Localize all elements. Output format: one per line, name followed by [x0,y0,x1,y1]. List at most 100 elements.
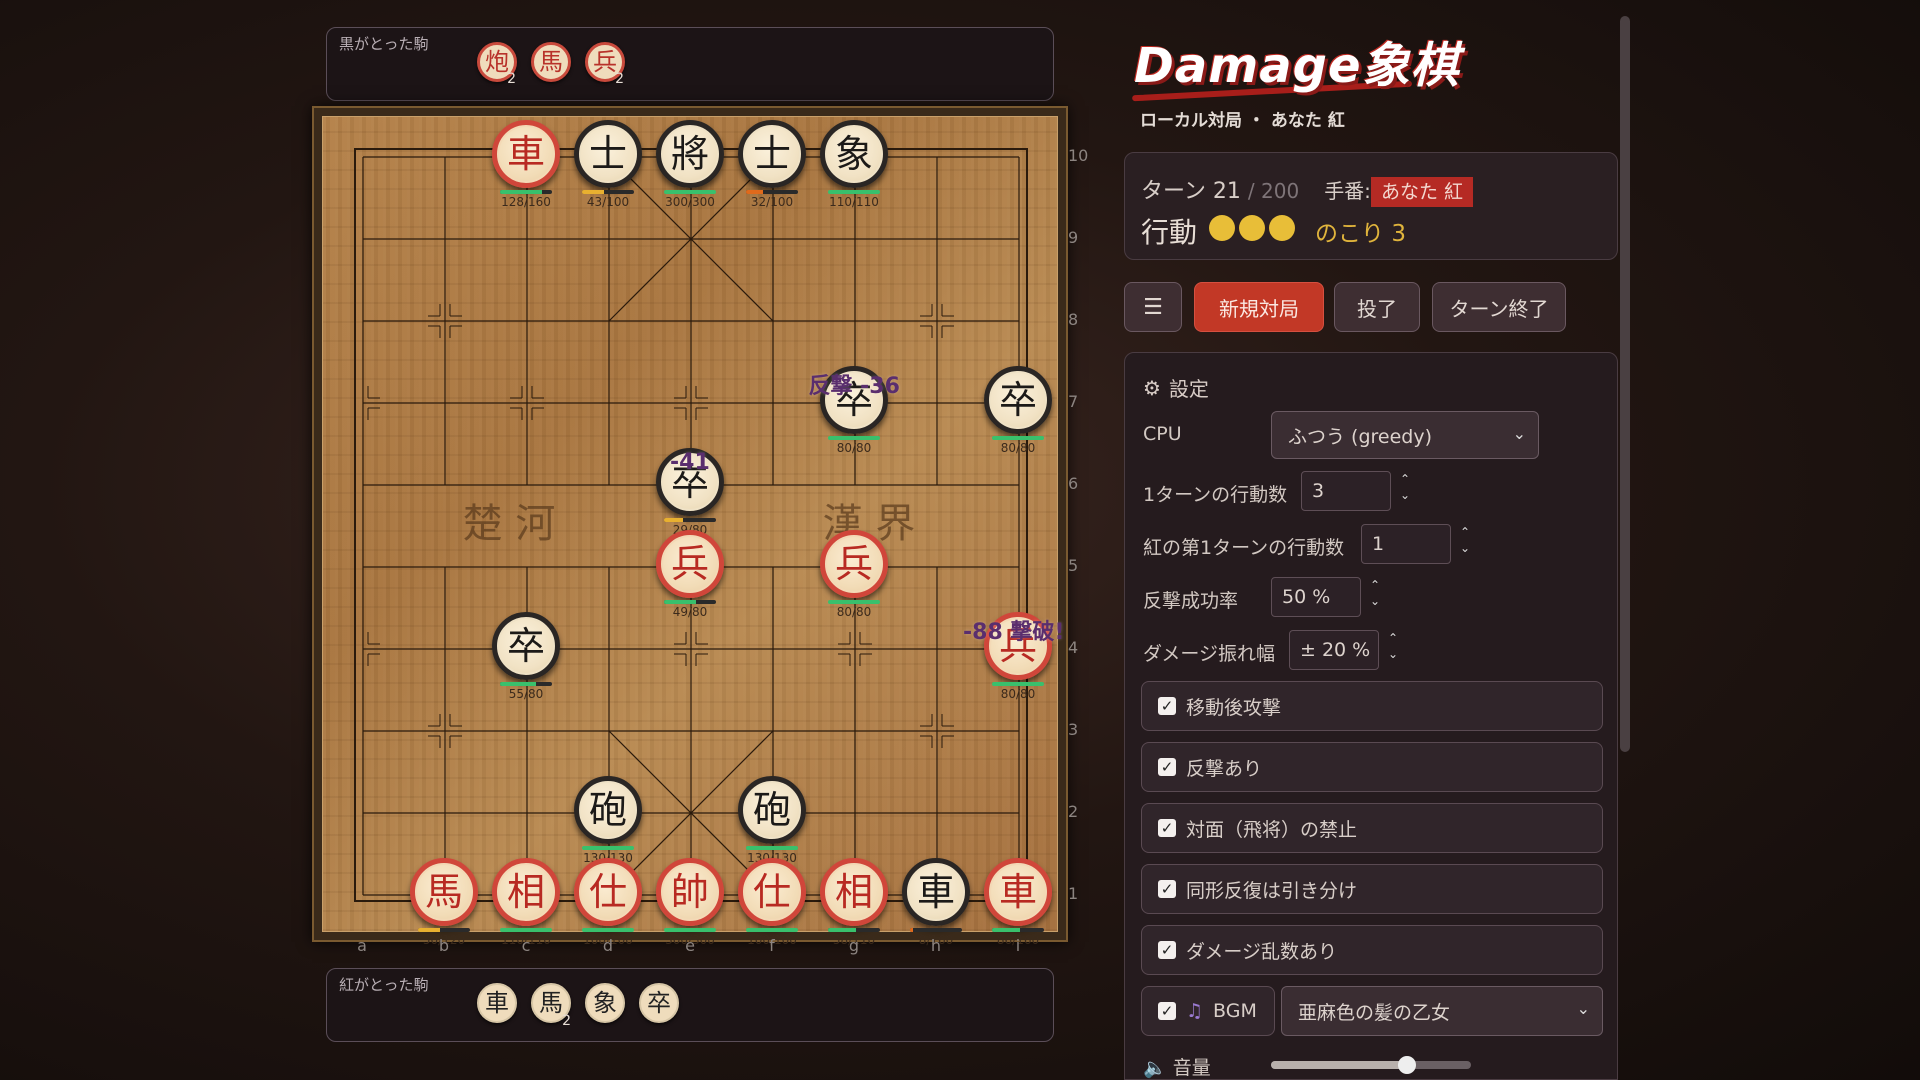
hp-bar-fill [746,190,763,194]
chevron-down-icon: ⌄ [1576,999,1590,1018]
piece-red[interactable]: 兵 [656,530,724,598]
captured-piece-char: 卒 [647,989,671,1017]
piece-red[interactable]: 車 [492,120,560,188]
piece-black[interactable]: 砲 [738,776,806,844]
hp-bar [664,518,716,522]
bgm-label: BGM [1213,1000,1257,1022]
piece-red[interactable]: 帥 [656,858,724,926]
volume-slider-knob[interactable] [1398,1056,1416,1074]
captured-by-black-panel: 黒がとった駒 炮2馬兵2 [326,27,1054,101]
check-label: 移動後攻撃 [1186,696,1282,719]
counter-rate-input[interactable]: 50 % [1271,577,1361,617]
piece-red[interactable]: 仕 [738,858,806,926]
checkbox-icon[interactable]: ✓ [1158,819,1176,837]
speaker-icon: 🔈 [1143,1057,1167,1079]
captured-piece-char: 車 [485,989,509,1017]
rank-label: 9 [1068,228,1079,247]
captured-by-red-panel: 紅がとった駒 車馬2象卒 [326,968,1054,1042]
end-turn-button[interactable]: ターン終了 [1432,282,1566,332]
hp-bar [500,190,552,194]
actions-per-turn-stepper[interactable]: ⌃ ⌄ [1397,471,1413,503]
current-player-label: 手番: [1324,179,1371,203]
captured-piece: 車 [477,983,517,1023]
hp-bar [664,190,716,194]
piece-black[interactable]: 將 [656,120,724,188]
captured-piece: 卒 [639,983,679,1023]
red-first-turn-input[interactable]: 1 [1361,524,1451,564]
piece-red[interactable]: 車 [984,858,1052,926]
captured-piece-char: 馬 [539,48,563,76]
hp-text: 80/80 [1000,687,1036,701]
settings-panel: ⚙ 設定 CPU ふつう (greedy) ⌄ 1ターンの行動数 3 ⌃ ⌄ 紅の… [1124,352,1618,1080]
red-first-turn-stepper[interactable]: ⌃ ⌄ [1457,524,1473,556]
file-label: d [602,936,614,955]
check-counterattack[interactable]: ✓ 反撃あり [1141,742,1603,792]
checkbox-icon[interactable]: ✓ [1158,697,1176,715]
hp-bar-fill [418,928,440,932]
damage-range-input[interactable]: ± 20 % [1289,630,1379,670]
settings-scrollbar[interactable] [1620,16,1630,752]
damage-popup-text: 反撃 -36 [808,374,900,399]
actions-per-turn-input[interactable]: 3 [1301,471,1391,511]
piece-black[interactable]: 士 [738,120,806,188]
file-label: a [357,936,367,955]
hp-bar [828,928,880,932]
current-player-badge: あなた 紅 [1370,177,1473,207]
check-repetition-draw[interactable]: ✓ 同形反復は引き分け [1141,864,1603,914]
cpu-select-value: ふつう (greedy) [1288,425,1433,448]
check-damage-random[interactable]: ✓ ダメージ乱数あり [1141,925,1603,975]
hp-text: 80/80 [836,605,872,619]
resign-button[interactable]: 投了 [1334,282,1420,332]
actions-remaining: のこり 3 [1315,221,1406,247]
hp-text: 80/80 [836,441,872,455]
hp-bar-fill [500,928,552,932]
file-label: i [1015,936,1021,955]
piece-black[interactable]: 象 [820,120,888,188]
piece-red[interactable]: 兵 [820,530,888,598]
new-game-button[interactable]: 新規対局 [1194,282,1324,332]
checkbox-icon[interactable]: ✓ [1158,941,1176,959]
hp-bar [582,190,634,194]
hp-bar [418,928,470,932]
piece-black[interactable]: 卒 [984,366,1052,434]
hp-bar-fill [664,190,716,194]
piece-red[interactable]: 馬 [410,858,478,926]
check-attack-after-move[interactable]: ✓ 移動後攻撃 [1141,681,1603,731]
piece-red[interactable]: 相 [492,858,560,926]
counter-rate-stepper[interactable]: ⌃ ⌄ [1367,577,1383,609]
hp-bar-fill [746,846,798,850]
piece-black[interactable]: 車 [902,858,970,926]
hp-text: 55/80 [508,687,544,701]
checkbox-icon[interactable]: ✓ [1158,758,1176,776]
piece-black[interactable]: 卒 [492,612,560,680]
hp-bar [664,928,716,932]
bgm-track-value: 亜麻色の髪の乙女 [1298,1001,1451,1024]
captured-piece: 馬2 [531,983,571,1028]
bgm-toggle[interactable]: ✓ ♫ BGM [1141,986,1275,1036]
piece-black[interactable]: 士 [574,120,642,188]
settings-header: ⚙ 設定 [1143,373,1209,402]
rank-label: 5 [1068,556,1079,575]
checkbox-icon[interactable]: ✓ [1158,1002,1176,1020]
captured-count: 2 [615,71,624,87]
hp-bar-fill [664,600,696,604]
piece-red[interactable]: 相 [820,858,888,926]
captured-piece: 炮2 [477,42,517,86]
hp-bar [500,682,552,686]
check-flying-general-ban[interactable]: ✓ 対面（飛将）の禁止 [1141,803,1603,853]
cpu-select[interactable]: ふつう (greedy) ⌄ [1271,411,1539,459]
damage-range-stepper[interactable]: ⌃ ⌄ [1385,630,1401,662]
bgm-track-select[interactable]: 亜麻色の髪の乙女 ⌄ [1281,986,1603,1036]
volume-slider[interactable] [1271,1056,1471,1074]
damage-popup-text: -41 [670,450,710,475]
piece-black[interactable]: 砲 [574,776,642,844]
hp-bar-fill [582,928,634,932]
menu-button[interactable]: ☰ [1124,282,1182,332]
hp-bar-fill [500,190,542,194]
rank-label: 8 [1068,310,1079,329]
hp-bar-fill [828,600,880,604]
checkbox-icon[interactable]: ✓ [1158,880,1176,898]
piece-red[interactable]: 仕 [574,858,642,926]
hp-bar-fill [582,190,605,194]
hp-bar [910,928,962,932]
